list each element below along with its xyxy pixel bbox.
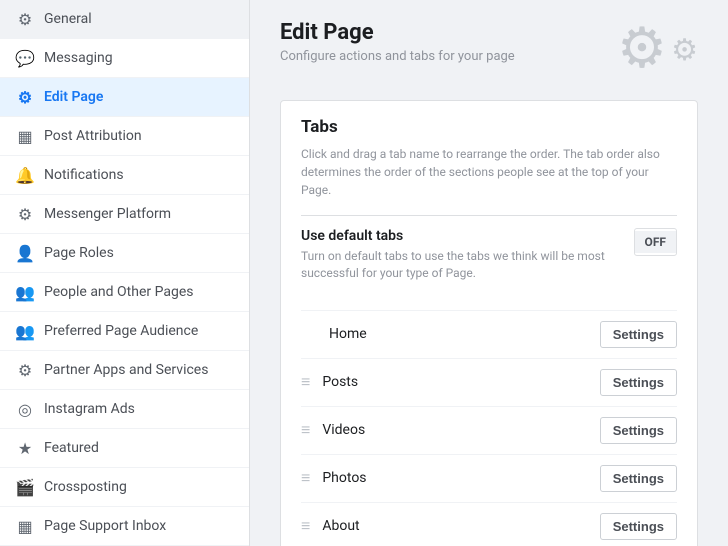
toggle-off-label: OFF	[635, 231, 676, 253]
partner-apps-label: Partner Apps and Services	[44, 362, 233, 378]
sidebar-item-general[interactable]: ⚙ General	[0, 0, 249, 39]
tab-row-home: HomeSettings	[301, 310, 677, 359]
about-tab-name: About	[322, 518, 599, 534]
sidebar-item-messenger-platform[interactable]: ⚙ Messenger Platform	[0, 195, 249, 234]
page-header: Edit Page Configure actions and tabs for…	[280, 20, 698, 76]
sidebar-item-featured[interactable]: ★ Featured	[0, 429, 249, 468]
posts-settings-button[interactable]: Settings	[600, 369, 677, 396]
post-attribution-icon: ▦	[16, 127, 34, 145]
default-tabs-text: Use default tabs Turn on default tabs to…	[301, 228, 634, 282]
featured-label: Featured	[44, 440, 233, 456]
videos-settings-button[interactable]: Settings	[600, 417, 677, 444]
crossposting-label: Crossposting	[44, 479, 233, 495]
sidebar-item-support-inbox[interactable]: ▦ Page Support Inbox	[0, 507, 249, 546]
messenger-platform-label: Messenger Platform	[44, 206, 233, 222]
home-settings-button[interactable]: Settings	[600, 321, 677, 348]
edit-page-label: Edit Page	[44, 89, 233, 105]
default-tabs-toggle[interactable]: OFF	[634, 228, 677, 256]
gear-small-icon: ⚙	[671, 33, 698, 68]
sidebar-item-preferred-audience[interactable]: 👥 Preferred Page Audience	[0, 312, 249, 351]
home-tab-name: Home	[329, 326, 600, 342]
videos-tab-name: Videos	[322, 422, 599, 438]
preferred-audience-label: Preferred Page Audience	[44, 323, 233, 339]
sidebar-item-instagram-ads[interactable]: ◎ Instagram Ads	[0, 390, 249, 429]
sidebar-item-page-roles[interactable]: 👤 Page Roles	[0, 234, 249, 273]
sidebar-item-edit-page[interactable]: ⚙Edit Page◀Click	[0, 78, 249, 117]
default-tabs-row: Use default tabs Turn on default tabs to…	[301, 215, 677, 294]
toggle-desc: Turn on default tabs to use the tabs we …	[301, 248, 634, 282]
sidebar-item-post-attribution[interactable]: ▦ Post Attribution	[0, 117, 249, 156]
general-icon: ⚙	[16, 10, 34, 28]
messaging-icon: 💬	[16, 49, 34, 67]
general-label: General	[44, 11, 233, 27]
sidebar-item-partner-apps[interactable]: ⚙ Partner Apps and Services	[0, 351, 249, 390]
edit-page-icon: ⚙	[16, 88, 34, 106]
featured-icon: ★	[16, 439, 34, 457]
sidebar-item-messaging[interactable]: 💬 Messaging	[0, 39, 249, 78]
page-roles-label: Page Roles	[44, 245, 233, 261]
sidebar: ⚙General💬Messaging⚙Edit Page◀Click▦Post …	[0, 0, 250, 546]
sidebar-item-notifications[interactable]: 🔔 Notifications	[0, 156, 249, 195]
gear-large-icon: ⚙	[617, 20, 667, 76]
posts-tab-name: Posts	[322, 374, 599, 390]
tab-row-about: ≡ AboutSettings	[301, 503, 677, 546]
page-header-text: Edit Page Configure actions and tabs for…	[280, 20, 515, 64]
photos-settings-button[interactable]: Settings	[600, 465, 677, 492]
gear-decoration: ⚙ ⚙	[617, 20, 698, 76]
support-inbox-label: Page Support Inbox	[44, 518, 233, 534]
page-roles-icon: 👤	[16, 244, 34, 262]
people-other-pages-icon: 👥	[16, 283, 34, 301]
tabs-section: Tabs Click and drag a tab name to rearra…	[280, 100, 698, 546]
tabs-section-title: Tabs	[301, 117, 677, 137]
about-drag-handle[interactable]: ≡	[301, 516, 310, 536]
messaging-label: Messaging	[44, 50, 233, 66]
tabs-section-desc: Click and drag a tab name to rearrange t…	[301, 145, 677, 199]
preferred-audience-icon: 👥	[16, 322, 34, 340]
photos-tab-name: Photos	[322, 470, 599, 486]
page-subtitle: Configure actions and tabs for your page	[280, 49, 515, 64]
tab-row-posts: ≡ PostsSettings	[301, 359, 677, 407]
sidebar-item-people-other-pages[interactable]: 👥 People and Other Pages	[0, 273, 249, 312]
tab-row-photos: ≡ PhotosSettings	[301, 455, 677, 503]
sidebar-item-crossposting[interactable]: 🎬 Crossposting	[0, 468, 249, 507]
instagram-ads-icon: ◎	[16, 400, 34, 418]
tab-row-videos: ≡ VideosSettings	[301, 407, 677, 455]
crossposting-icon: 🎬	[16, 478, 34, 496]
support-inbox-icon: ▦	[16, 517, 34, 535]
page-title: Edit Page	[280, 20, 515, 45]
photos-drag-handle[interactable]: ≡	[301, 468, 310, 488]
people-other-pages-label: People and Other Pages	[44, 284, 233, 300]
notifications-icon: 🔔	[16, 166, 34, 184]
videos-drag-handle[interactable]: ≡	[301, 420, 310, 440]
main-content: Edit Page Configure actions and tabs for…	[250, 0, 728, 546]
instagram-ads-label: Instagram Ads	[44, 401, 233, 417]
tabs-list: HomeSettings≡PostsSettings≡VideosSetting…	[301, 310, 677, 546]
messenger-platform-icon: ⚙	[16, 205, 34, 223]
toggle-label: Use default tabs	[301, 228, 634, 244]
about-settings-button[interactable]: Settings	[600, 513, 677, 540]
partner-apps-icon: ⚙	[16, 361, 34, 379]
notifications-label: Notifications	[44, 167, 233, 183]
post-attribution-label: Post Attribution	[44, 128, 233, 144]
posts-drag-handle[interactable]: ≡	[301, 372, 310, 392]
